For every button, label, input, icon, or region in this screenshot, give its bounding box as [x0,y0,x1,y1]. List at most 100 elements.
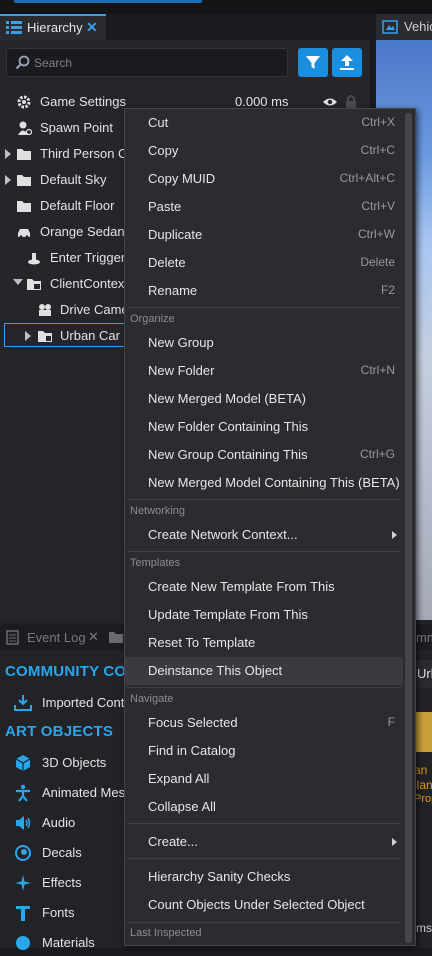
asset-item-label: Effects [42,875,82,890]
menu-scrollbar[interactable] [404,111,414,943]
template-folder-icon [38,331,52,342]
menu-item-label: Reset To Template [148,635,256,650]
tab-event-log[interactable]: Event Log [27,630,86,645]
menu-separator [127,499,401,500]
gear-icon [17,95,31,109]
asset-item-fonts[interactable]: Fonts [14,902,134,926]
row-timing: 0.000 ms [235,94,289,109]
content-tab-icon[interactable] [108,629,124,645]
trigger-icon [28,253,40,265]
menu-item-shortcut: Ctrl+V [361,199,395,213]
expand-arrow-icon[interactable] [25,331,31,341]
menu-item-focus-selected[interactable]: Focus Selected F [125,709,403,737]
event-log-icon [6,630,19,645]
menu-item-label: Count Objects Under Selected Object [148,897,365,912]
tab-viewport[interactable]: Vehic [376,14,432,40]
menu-item-new-group-containing[interactable]: New Group Containing This Ctrl+G [125,441,403,469]
row-label: Drive Came [60,302,129,317]
menu-item-label: Hierarchy Sanity Checks [148,869,291,884]
content-tile[interactable]: Urb [414,660,432,688]
right-tab-fragment[interactable]: mm [416,630,432,645]
thumbnail-caption: Prop [414,793,432,805]
menu-item-rename[interactable]: Rename F2 [125,277,403,305]
asset-item-label: Decals [42,845,82,860]
submenu-arrow-icon [392,531,397,539]
asset-item-animated-meshes[interactable]: Animated Mes [14,782,134,806]
hierarchy-icon [6,21,22,34]
menu-item-shortcut: Ctrl+G [359,447,395,461]
cube-icon [15,755,31,771]
menu-item-new-folder[interactable]: New Folder Ctrl+N [125,357,403,385]
menu-item-update-template[interactable]: Update Template From This [125,601,403,629]
menu-separator [127,551,401,552]
menu-item-expand-all[interactable]: Expand All [125,765,403,793]
menu-item-new-folder-containing[interactable]: New Folder Containing This [125,413,403,441]
asset-item-effects[interactable]: Effects [14,872,134,896]
menu-item-hierarchy-sanity-checks[interactable]: Hierarchy Sanity Checks [125,863,403,891]
menu-item-label: Paste [148,199,182,214]
art-objects-heading: ART OBJECTS [5,723,114,740]
active-tab-accent [14,0,202,3]
sparkle-icon [15,875,31,891]
menu-item-copy[interactable]: Copy Ctrl+C [125,137,403,165]
close-icon[interactable]: ✕ [88,629,99,645]
content-thumbnail[interactable] [414,712,432,752]
menu-section-navigate: Navigate [130,693,174,705]
row-label: Orange Sedan [40,224,125,239]
menu-item-label: Create... [148,834,198,849]
menu-item-label: Copy MUID [148,171,216,186]
folder-icon [17,201,31,212]
search-placeholder: Search [34,56,73,70]
menu-item-copy-muid[interactable]: Copy MUID Ctrl+Alt+C [125,165,403,193]
menu-item-delete[interactable]: Delete Delete [125,249,403,277]
asset-item-label: Animated Mes [42,785,126,800]
menu-item-new-merged-model-containing[interactable]: New Merged Model Containing This (BETA) [125,469,403,497]
tab-hierarchy[interactable]: Hierarchy ✕ [0,14,106,40]
menu-item-label: New Folder Containing This [148,419,309,434]
close-icon[interactable]: ✕ [86,19,98,36]
menu-item-create-network-context[interactable]: Create Network Context... [125,521,403,549]
asset-item-3d-objects[interactable]: 3D Objects [14,752,134,776]
community-content-heading: COMMUNITY CON [5,663,138,680]
filter-button[interactable] [298,48,328,77]
asset-item-audio[interactable]: Audio [14,812,134,836]
menu-item-paste[interactable]: Paste Ctrl+V [125,193,403,221]
collapse-arrow-icon[interactable] [13,279,23,285]
menu-item-collapse-all[interactable]: Collapse All [125,793,403,821]
row-label: Spawn Point [40,120,113,135]
asset-item-imported-content[interactable]: Imported Conte [14,692,134,716]
search-input[interactable]: Search [6,48,288,77]
asset-item-decals[interactable]: Decals [14,842,134,866]
folder-icon [17,149,31,160]
material-icon [16,936,30,950]
menu-item-new-group[interactable]: New Group [125,329,403,357]
menu-item-shortcut: F [387,715,395,729]
asset-item-label: 3D Objects [42,755,107,770]
menu-item-cut[interactable]: Cut Ctrl+X [125,109,403,137]
import-icon [14,695,32,711]
menu-item-label: New Merged Model Containing This (BETA) [148,475,400,490]
menu-item-duplicate[interactable]: Duplicate Ctrl+W [125,221,403,249]
thumbnail-caption: an [414,763,428,777]
upload-button[interactable] [332,48,362,77]
menu-scrollbar-thumb[interactable] [405,113,412,943]
menu-item-create[interactable]: Create... [125,828,403,856]
menu-item-reset-to-template[interactable]: Reset To Template [125,629,403,657]
menu-item-label: New Merged Model (BETA) [148,391,306,406]
menu-item-label: New Group Containing This [148,447,308,462]
menu-section-templates: Templates [130,557,181,569]
menu-item-label: Update Template From This [148,607,308,622]
menu-item-create-new-template[interactable]: Create New Template From This [125,573,403,601]
expand-arrow-icon[interactable] [5,175,11,185]
menu-item-deinstance[interactable]: Deinstance This Object [125,657,403,685]
expand-arrow-icon[interactable] [5,149,11,159]
row-label: ClientContext [50,276,129,291]
tab-viewport-label: Vehic [404,19,432,34]
menu-separator [127,687,401,688]
menu-item-new-merged-model[interactable]: New Merged Model (BETA) [125,385,403,413]
asset-item-materials[interactable]: Materials [14,932,134,956]
menu-item-label: Rename [148,283,198,298]
menu-item-find-in-catalog[interactable]: Find in Catalog [125,737,403,765]
row-label: Urban Car - [60,328,128,343]
menu-item-count-objects[interactable]: Count Objects Under Selected Object [125,891,403,919]
